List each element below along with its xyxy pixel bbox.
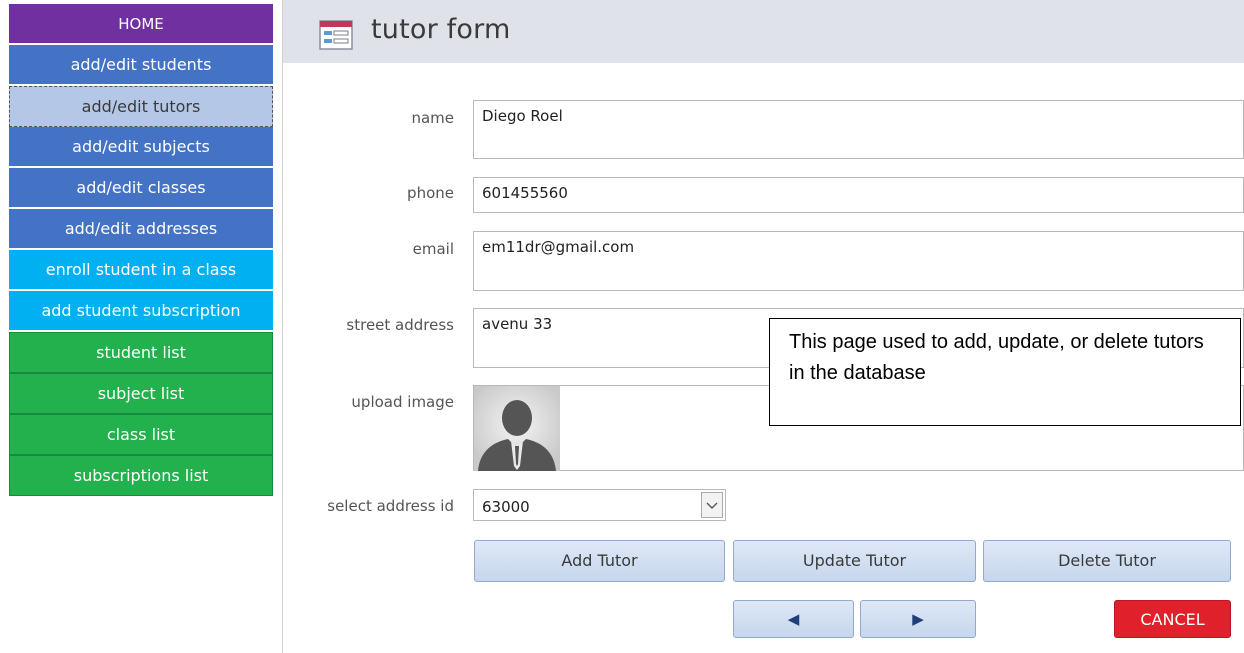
email-label: email bbox=[412, 240, 454, 258]
nav-add-edit-subjects-button[interactable]: add/edit subjects bbox=[9, 127, 273, 168]
phone-field[interactable]: 601455560 bbox=[473, 177, 1244, 213]
nav-add-edit-addresses-button[interactable]: add/edit addresses bbox=[9, 209, 273, 250]
upload-image-label: upload image bbox=[351, 393, 454, 411]
form-icon bbox=[319, 20, 353, 50]
nav-add-edit-students-button[interactable]: add/edit students bbox=[9, 45, 273, 86]
nav-add-edit-classes-button[interactable]: add/edit classes bbox=[9, 168, 273, 209]
street-address-label: street address bbox=[346, 316, 454, 334]
arrow-right-icon: ▶ bbox=[912, 610, 924, 628]
address-id-value: 63000 bbox=[482, 498, 530, 516]
nav-add-edit-tutors-button[interactable]: add/edit tutors bbox=[9, 86, 273, 127]
nav-add-subscription-button[interactable]: add student subscription bbox=[9, 291, 273, 332]
nav-enroll-student-button[interactable]: enroll student in a class bbox=[9, 250, 273, 291]
next-record-button[interactable]: ▶ bbox=[860, 600, 976, 638]
nav-home-button[interactable]: HOME bbox=[9, 4, 273, 45]
select-address-label: select address id bbox=[327, 497, 454, 515]
nav-student-list-button[interactable]: student list bbox=[9, 332, 273, 373]
previous-record-button[interactable]: ◀ bbox=[733, 600, 854, 638]
nav-subject-list-button[interactable]: subject list bbox=[9, 373, 273, 414]
panel-divider bbox=[282, 0, 283, 653]
form-header: tutor form bbox=[283, 0, 1244, 63]
name-field[interactable]: Diego Roel bbox=[473, 100, 1244, 159]
name-label: name bbox=[411, 109, 454, 127]
email-field[interactable]: em11dr@gmail.com bbox=[473, 231, 1244, 291]
nav-subscriptions-list-button[interactable]: subscriptions list bbox=[9, 455, 273, 496]
nav-class-list-button[interactable]: class list bbox=[9, 414, 273, 455]
page-title: tutor form bbox=[371, 14, 511, 45]
address-id-dropdown[interactable]: 63000 bbox=[473, 489, 726, 521]
navigation-menu: HOME add/edit students add/edit tutors a… bbox=[9, 4, 273, 496]
add-tutor-button[interactable]: Add Tutor bbox=[474, 540, 725, 582]
phone-label: phone bbox=[407, 184, 454, 202]
chevron-down-icon[interactable] bbox=[701, 492, 723, 518]
update-tutor-button[interactable]: Update Tutor bbox=[733, 540, 976, 582]
cancel-button[interactable]: CANCEL bbox=[1114, 600, 1231, 638]
person-silhouette-icon bbox=[474, 386, 560, 471]
arrow-left-icon: ◀ bbox=[787, 610, 800, 628]
delete-tutor-button[interactable]: Delete Tutor bbox=[983, 540, 1231, 582]
description-callout: This page used to add, update, or delete… bbox=[769, 318, 1241, 426]
